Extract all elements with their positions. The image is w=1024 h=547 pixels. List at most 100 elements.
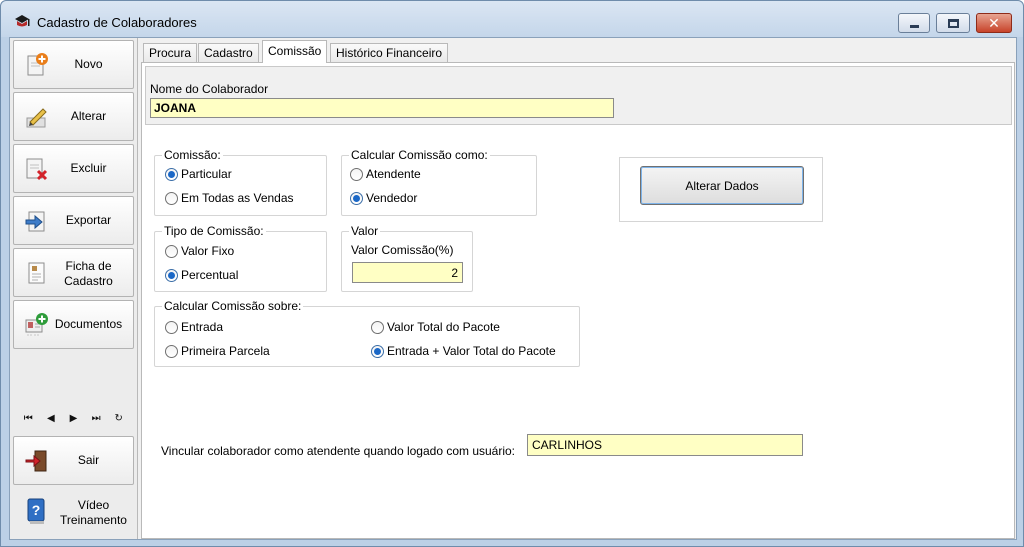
radio-particular-indicator <box>165 167 178 181</box>
comissao-group: Comissão: Particular Em Todas as Vendas <box>154 148 327 216</box>
add-document-icon <box>25 313 48 336</box>
sair-button[interactable]: Sair <box>13 436 134 485</box>
radio-valor-fixo-label: Valor Fixo <box>181 244 235 258</box>
documentos-label: Documentos <box>54 317 123 331</box>
tab-comissao[interactable]: Comissão <box>262 40 328 63</box>
sair-label: Sair <box>77 453 100 467</box>
tab-cadastro[interactable]: Cadastro <box>198 43 259 62</box>
action-sidebar: Novo Alterar Excluir Exportar Ficha de C… <box>10 38 138 539</box>
comissao-group-title: Comissão: <box>162 148 223 162</box>
radio-atendente[interactable]: Atendente <box>350 167 421 181</box>
window-title: Cadastro de Colaboradores <box>37 15 197 30</box>
radio-entrada-valor-total-label: Entrada + Valor Total do Pacote <box>387 344 556 358</box>
comissao-panel: Nome do Colaborador JOANA Comissão: Part… <box>141 62 1015 539</box>
radio-vendedor-indicator <box>350 191 363 205</box>
radio-vendedor[interactable]: Vendedor <box>350 191 417 205</box>
radio-particular[interactable]: Particular <box>165 167 232 181</box>
delete-document-icon <box>26 158 48 181</box>
record-navigator: ⏮ ◀ ▶ ⏭ ↻ <box>13 407 134 429</box>
calcular-sobre-group: Calcular Comissão sobre: Entrada Primeir… <box>154 299 580 367</box>
colaborador-header: Nome do Colaborador JOANA <box>145 66 1012 125</box>
vincular-atendente-label: Vincular colaborador como atendente quan… <box>161 444 516 458</box>
nome-colaborador-label: Nome do Colaborador <box>150 82 269 96</box>
documentos-button[interactable]: Documentos <box>13 300 134 349</box>
radio-percentual[interactable]: Percentual <box>165 268 238 282</box>
radio-valor-total-label: Valor Total do Pacote <box>387 320 500 334</box>
alterar-dados-frame: Alterar Dados <box>619 157 823 222</box>
radio-valor-fixo[interactable]: Valor Fixo <box>165 244 234 258</box>
edit-pencil-icon <box>26 108 47 128</box>
maximize-button[interactable] <box>936 13 970 33</box>
radio-em-todas-as-vendas[interactable]: Em Todas as Vendas <box>165 191 294 205</box>
svg-text:?: ? <box>32 502 41 518</box>
registration-form-icon <box>28 262 45 284</box>
radio-primeira-parcela-indicator <box>165 344 178 358</box>
alterar-dados-button[interactable]: Alterar Dados <box>640 166 804 205</box>
usuario-atendente-field[interactable]: CARLINHOS <box>527 434 803 456</box>
video-label-line2: Treinamento <box>60 513 127 527</box>
radio-entrada-valor-total[interactable]: Entrada + Valor Total do Pacote <box>371 344 556 358</box>
video-label-line1: Vídeo <box>77 498 110 512</box>
refresh-icon[interactable]: ↻ <box>110 413 128 424</box>
valor-group-title: Valor <box>349 224 381 238</box>
minimize-button[interactable] <box>898 13 930 33</box>
nome-colaborador-field[interactable]: JOANA <box>150 98 614 118</box>
ficha-cadastro-button[interactable]: Ficha de Cadastro <box>13 248 134 297</box>
tipo-comissao-group: Tipo de Comissão: Valor Fixo Percentual <box>154 224 327 292</box>
close-button[interactable]: ✕ <box>976 13 1012 33</box>
excluir-button[interactable]: Excluir <box>13 144 134 193</box>
calcular-sobre-title: Calcular Comissão sobre: <box>162 299 304 313</box>
window-client-area: Novo Alterar Excluir Exportar Ficha de C… <box>9 37 1017 540</box>
calcular-como-title: Calcular Comissão como: <box>349 148 490 162</box>
close-icon: ✕ <box>988 15 1000 31</box>
valor-comissao-label: Valor Comissão(%) <box>351 243 454 257</box>
radio-entrada-valor-total-indicator <box>371 344 384 358</box>
calcular-como-group: Calcular Comissão como: Atendente Vended… <box>341 148 537 216</box>
next-record-icon[interactable]: ▶ <box>64 413 82 424</box>
radio-vendedor-label: Vendedor <box>366 191 418 205</box>
valor-comissao-field[interactable]: 2 <box>352 262 463 283</box>
radio-em-todas-label: Em Todas as Vendas <box>181 191 294 205</box>
radio-valor-fixo-indicator <box>165 244 178 258</box>
radio-valor-total-indicator <box>371 320 384 334</box>
exportar-label: Exportar <box>65 213 112 227</box>
excluir-label: Excluir <box>70 161 107 175</box>
video-treinamento-button[interactable]: ? Vídeo Treinamento <box>13 485 134 535</box>
new-document-icon <box>27 53 48 76</box>
help-book-icon: ? <box>27 498 45 524</box>
ficha-cadastro-label: Ficha de Cadastro <box>48 259 129 289</box>
exit-door-icon <box>25 450 47 472</box>
radio-particular-label: Particular <box>181 167 232 181</box>
tipo-comissao-title: Tipo de Comissão: <box>162 224 266 238</box>
valor-group: Valor Valor Comissão(%) 2 <box>341 224 473 292</box>
radio-atendente-indicator <box>350 167 363 181</box>
novo-button[interactable]: Novo <box>13 40 134 89</box>
ficha-label-line2: Cadastro <box>64 274 113 288</box>
exportar-button[interactable]: Exportar <box>13 196 134 245</box>
tab-procura[interactable]: Procura <box>143 43 198 62</box>
radio-percentual-label: Percentual <box>181 268 239 282</box>
app-logo-icon <box>15 15 30 27</box>
app-window: Cadastro de Colaboradores ✕ Novo Alterar… <box>0 0 1024 547</box>
first-record-icon[interactable]: ⏮ <box>19 413 37 424</box>
alterar-button[interactable]: Alterar <box>13 92 134 141</box>
radio-em-todas-indicator <box>165 191 178 205</box>
alterar-label: Alterar <box>70 109 107 123</box>
export-icon <box>25 211 45 232</box>
minimize-icon <box>909 24 919 28</box>
last-record-icon[interactable]: ⏭ <box>87 413 105 424</box>
ficha-label-line1: Ficha de <box>65 259 112 273</box>
previous-record-icon[interactable]: ◀ <box>42 413 60 424</box>
novo-label: Novo <box>74 57 103 71</box>
tab-historico-financeiro[interactable]: Histórico Financeiro <box>330 43 449 62</box>
radio-entrada-label: Entrada <box>181 320 224 334</box>
video-treinamento-label: Vídeo Treinamento <box>53 498 134 528</box>
radio-primeira-parcela[interactable]: Primeira Parcela <box>165 344 270 358</box>
radio-entrada[interactable]: Entrada <box>165 320 223 334</box>
radio-entrada-indicator <box>165 320 178 334</box>
maximize-icon <box>947 18 959 28</box>
title-bar: Cadastro de Colaboradores ✕ <box>1 1 1023 37</box>
radio-primeira-parcela-label: Primeira Parcela <box>181 344 270 358</box>
radio-percentual-indicator <box>165 268 178 282</box>
radio-valor-total-pacote[interactable]: Valor Total do Pacote <box>371 320 500 334</box>
